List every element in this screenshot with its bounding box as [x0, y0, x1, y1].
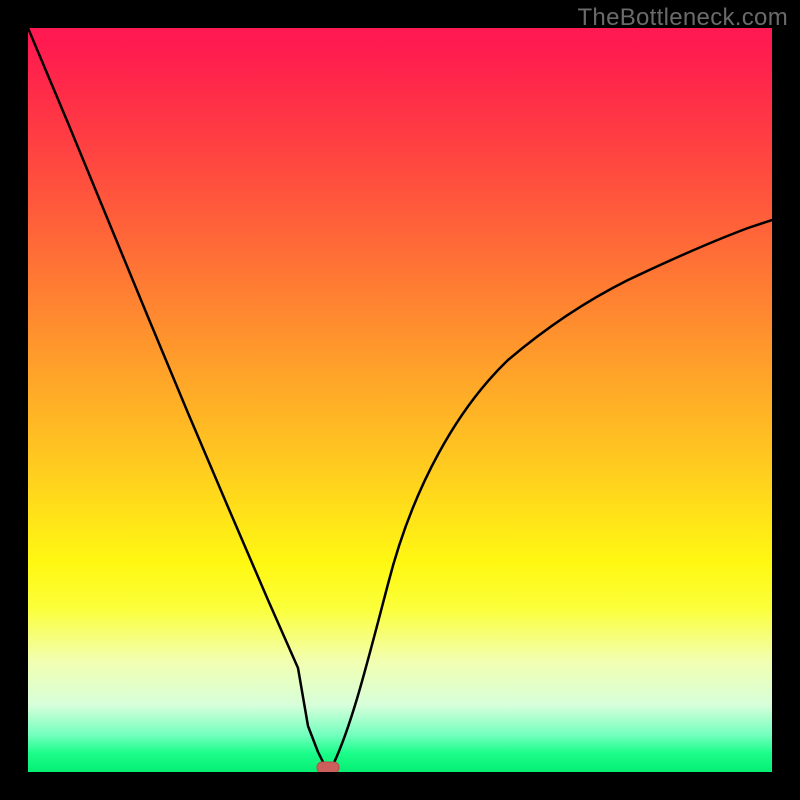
min-marker	[317, 762, 339, 772]
bottleneck-curve	[28, 28, 772, 768]
watermark-text: TheBottleneck.com	[577, 4, 788, 32]
plot-area	[28, 28, 772, 772]
curve-layer	[28, 28, 772, 772]
chart-frame: TheBottleneck.com	[0, 0, 800, 800]
